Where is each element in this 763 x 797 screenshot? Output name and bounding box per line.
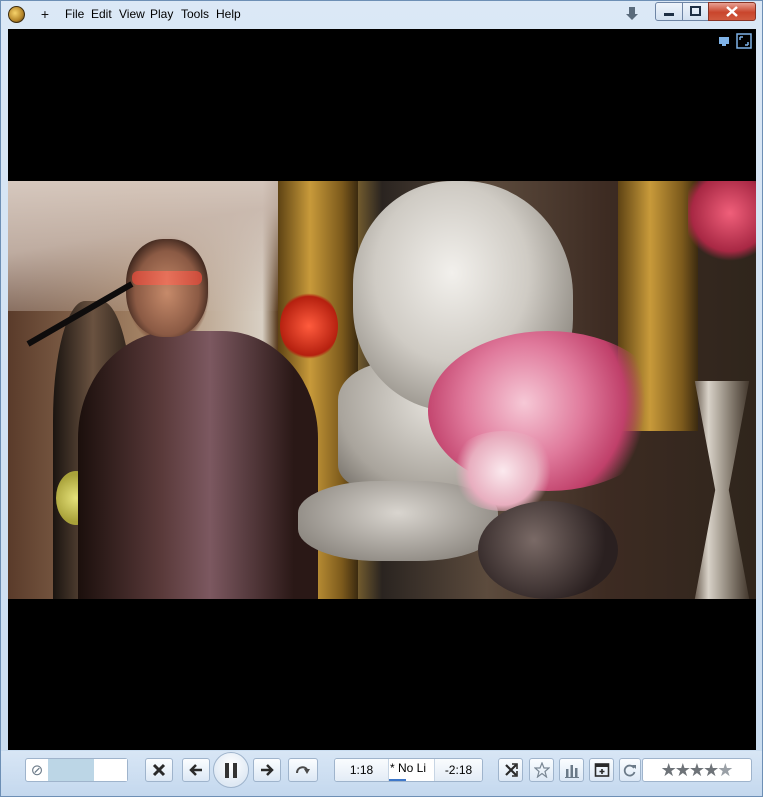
close-button[interactable] — [708, 2, 756, 21]
volume-level — [48, 759, 94, 781]
repeat-icon — [296, 766, 310, 774]
menu-play[interactable]: Play — [150, 7, 173, 21]
video-frame — [8, 181, 756, 599]
star-outline-icon — [533, 762, 550, 778]
rating-star-half[interactable]: ★ — [717, 759, 733, 781]
add-to-playlist-icon — [594, 763, 609, 777]
fullscreen-icon[interactable] — [736, 33, 752, 49]
minimize-icon — [664, 13, 674, 16]
equalizer-button[interactable] — [559, 758, 584, 782]
volume-slider[interactable] — [48, 759, 127, 781]
seek-progress[interactable] — [389, 779, 406, 781]
previous-button[interactable] — [182, 758, 210, 782]
elapsed-time[interactable]: 1:18 — [335, 759, 389, 781]
shuffle-button[interactable] — [498, 758, 523, 782]
video-area[interactable] — [8, 29, 756, 750]
menu-help[interactable]: Help — [216, 7, 241, 21]
remaining-time[interactable]: -2:18 — [434, 759, 482, 781]
previous-arrow-icon — [189, 764, 202, 776]
favorite-button[interactable] — [529, 758, 554, 782]
player-window: + File Edit View Play Tools Help ⊘ 1:18 … — [0, 0, 763, 797]
pause-icon — [225, 762, 237, 778]
refresh-icon — [623, 764, 636, 777]
volume-control: ⊘ — [25, 758, 128, 782]
title-menu-bar: + File Edit View Play Tools Help — [1, 1, 762, 28]
next-arrow-icon — [261, 764, 274, 776]
shuffle-icon — [504, 763, 518, 777]
mini-player-icon[interactable] — [718, 35, 730, 47]
close-icon — [726, 6, 738, 17]
menu-view[interactable]: View — [119, 7, 145, 21]
maximize-icon — [690, 6, 701, 16]
add-button[interactable]: + — [38, 5, 52, 23]
pin-down-icon[interactable] — [625, 6, 639, 22]
time-display: 1:18 * No Li -2:18 — [334, 758, 483, 782]
repeat-button[interactable] — [288, 758, 318, 782]
playback-control-bar: ⊘ 1:18 * No Li -2:18 ★ ★ ★ ★ ★ — [1, 751, 762, 796]
pause-button[interactable] — [213, 752, 249, 788]
next-button[interactable] — [253, 758, 281, 782]
add-window-button[interactable] — [589, 758, 614, 782]
menu-file[interactable]: File — [65, 7, 84, 21]
stop-x-icon — [152, 763, 166, 777]
track-title: * No Li — [389, 759, 434, 781]
media-player-logo-icon[interactable] — [8, 6, 25, 23]
stop-button[interactable] — [145, 758, 173, 782]
refresh-button[interactable] — [619, 758, 641, 782]
mute-icon[interactable]: ⊘ — [26, 759, 48, 781]
minimize-button[interactable] — [655, 2, 683, 21]
maximize-button[interactable] — [682, 2, 709, 21]
equalizer-icon — [564, 765, 579, 778]
menu-edit[interactable]: Edit — [91, 7, 112, 21]
menu-tools[interactable]: Tools — [181, 7, 209, 21]
rating-stars[interactable]: ★ ★ ★ ★ ★ — [642, 758, 752, 782]
